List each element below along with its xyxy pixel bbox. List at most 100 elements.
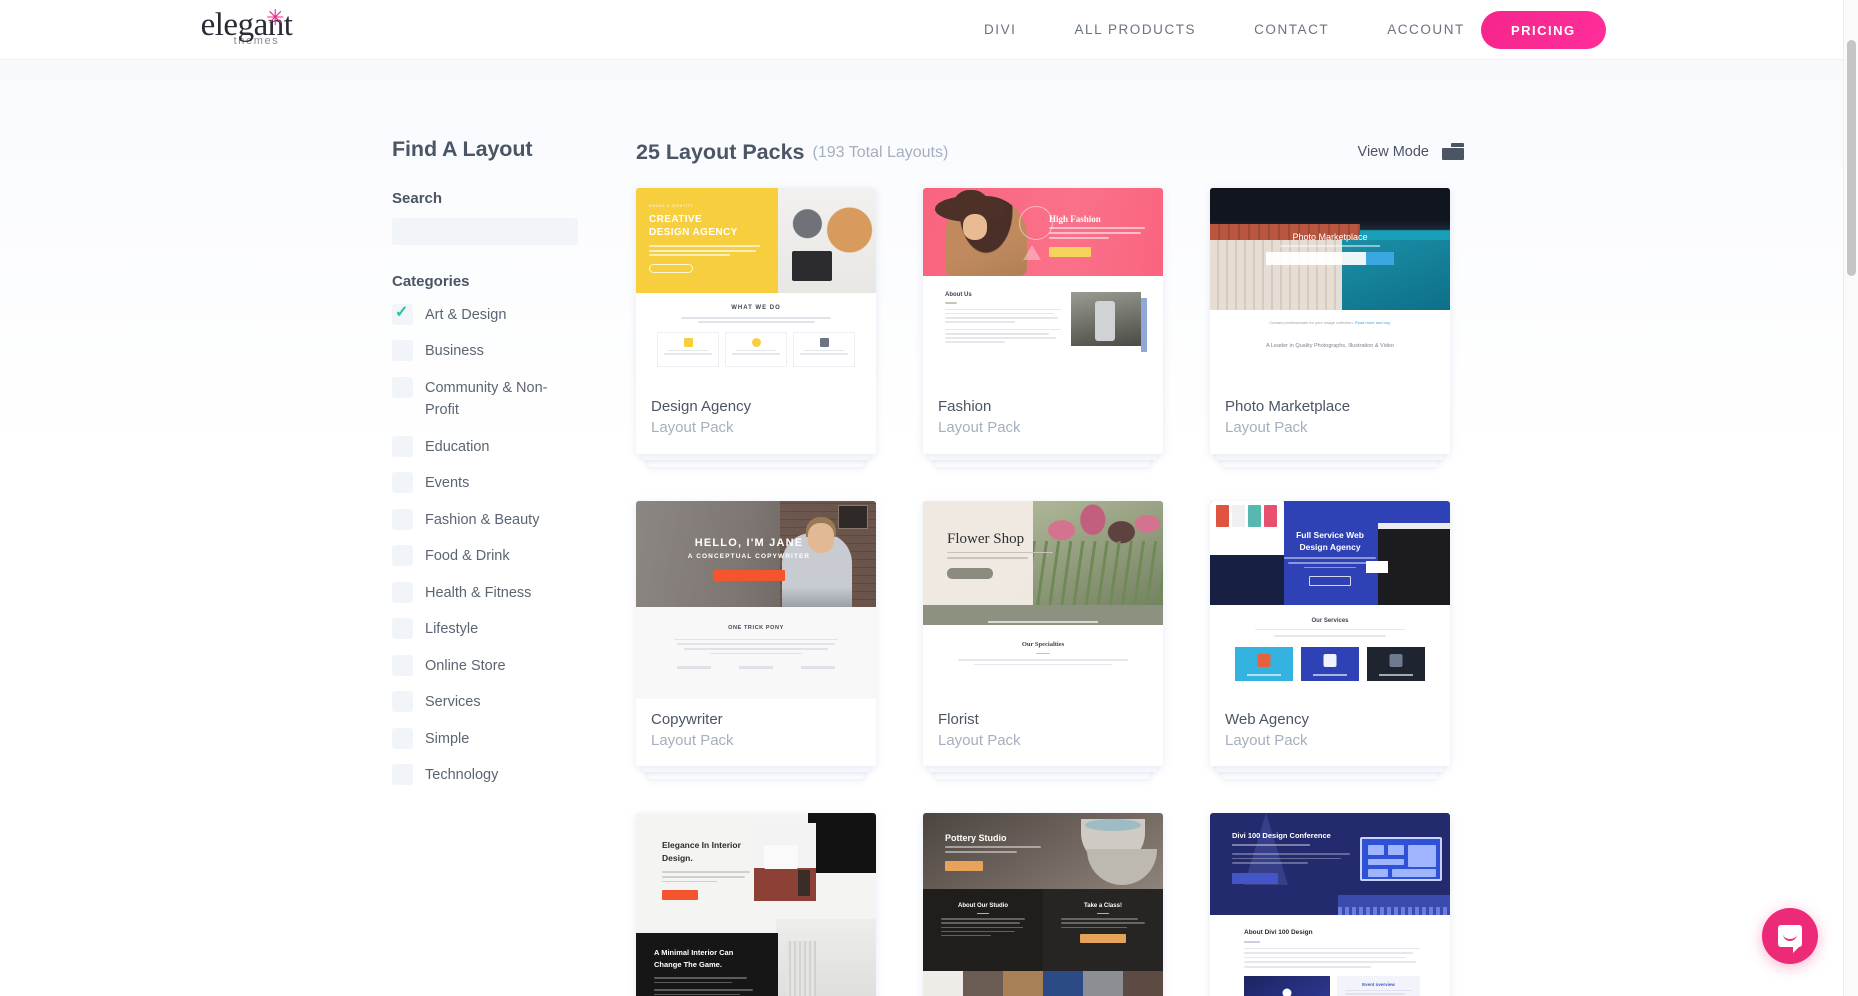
checkbox-icon[interactable] xyxy=(392,376,413,398)
category-simple[interactable]: Simple xyxy=(392,727,607,750)
logo-wordmark: elegant ✳ xyxy=(200,6,293,43)
pack-title: Photo Marketplace xyxy=(1225,398,1351,415)
checkbox-icon[interactable] xyxy=(392,764,413,786)
pack-subtitle: Layout Pack xyxy=(1225,731,1308,749)
nav-all-products[interactable]: ALL PRODUCTS xyxy=(1045,22,1225,37)
category-technology[interactable]: Technology xyxy=(392,764,607,786)
pack-subtitle: Layout Pack xyxy=(651,419,734,437)
nav-contact[interactable]: CONTACT xyxy=(1225,22,1358,37)
category-label: Health & Fitness xyxy=(425,584,532,601)
pack-title: Design Agency xyxy=(651,398,752,415)
pack-subtitle: Layout Pack xyxy=(651,731,734,749)
category-business[interactable]: Business xyxy=(392,340,607,362)
thumb-section-text: Our Specialties xyxy=(1021,640,1065,648)
nav-divi[interactable]: DIVI xyxy=(955,22,1045,37)
chat-bubble-icon xyxy=(1778,925,1802,953)
thumb-hero-text: Elegance In Interior Design. xyxy=(662,840,741,864)
checkbox-icon[interactable] xyxy=(392,727,413,749)
pack-thumbnail-pottery-studio: Pottery Studio About Our Studio Take a C… xyxy=(923,813,1163,996)
folder-icon[interactable] xyxy=(1442,143,1464,161)
checkbox-icon[interactable] xyxy=(392,340,413,362)
category-label: Lifestyle xyxy=(425,621,479,638)
category-label: Events xyxy=(425,475,470,492)
pack-thumbnail-photo-marketplace: Photo Marketplace Curated professionals … xyxy=(1210,188,1450,386)
category-events[interactable]: Events xyxy=(392,472,607,494)
category-art-design[interactable]: Art & Design xyxy=(392,302,607,326)
thumb-section-text: ONE TRICK PONY xyxy=(728,624,784,631)
category-education[interactable]: Education xyxy=(392,435,607,458)
pack-title: Copywriter xyxy=(651,710,723,728)
thumb-section-text: About Our Studio xyxy=(958,903,1008,909)
pack-card-photo-marketplace[interactable]: Photo Marketplace Curated professionals … xyxy=(1210,188,1450,467)
category-fashion-beauty[interactable]: Fashion & Beauty xyxy=(392,508,607,531)
pack-title: Florist xyxy=(938,710,979,728)
checkbox-icon[interactable] xyxy=(392,691,413,713)
thumb-hero-text: Pottery Studio xyxy=(945,833,1007,843)
pack-subtitle: Layout Pack xyxy=(1225,419,1308,437)
pack-title: Web Agency xyxy=(1225,710,1309,728)
category-label: Food & Drink xyxy=(425,548,510,565)
thumb-hero-text: HELLO, I'M JANE xyxy=(694,536,804,549)
pack-card-fashion[interactable]: High Fashion About Us Fashion Layout Pac… xyxy=(923,188,1163,467)
search-input[interactable] xyxy=(392,218,578,245)
pack-card-design-agency[interactable]: BRAND & IDENTITY CREATIVE DESIGN AGENCY W… xyxy=(636,188,876,467)
pack-subtitle: Layout Pack xyxy=(938,731,1021,749)
category-online-store[interactable]: Online Store xyxy=(392,654,607,677)
category-community-non-profit[interactable]: Community & Non-Profit xyxy=(392,376,607,422)
category-label: Fashion & Beauty xyxy=(425,511,540,528)
pricing-button[interactable]: PRICING xyxy=(1481,11,1606,49)
elegant-themes-logo[interactable]: elegant ✳ themes xyxy=(199,6,294,52)
thumb-section-text: A Leader in Quality Photographs, Illustr… xyxy=(1265,343,1394,349)
category-label: Technology xyxy=(425,767,499,784)
thumb-hero-text: Photo Marketplace xyxy=(1292,232,1368,242)
thumb-hero-subtext: A CONCEPTUAL COPYWRITER xyxy=(687,552,811,560)
checkbox-checked-icon[interactable] xyxy=(392,302,413,325)
thumb-hero-text: Full Service Web Design Agency xyxy=(1296,529,1364,553)
pack-thumbnail-interior-design: Elegance In Interior Design. A Minimal I… xyxy=(636,813,876,996)
asterisk-icon: ✳ xyxy=(266,6,284,31)
pack-subtitle: Layout Pack xyxy=(938,419,1021,437)
view-mode-toggle[interactable]: View Mode xyxy=(1358,143,1464,161)
pack-card-design-conference[interactable]: Divi 100 Design Conference About Divi 10… xyxy=(1210,813,1450,996)
total-layouts: (193 Total Layouts) xyxy=(812,144,949,161)
category-health-fitness[interactable]: Health & Fitness xyxy=(392,581,607,604)
layout-packs-grid: BRAND & IDENTITY CREATIVE DESIGN AGENCY W… xyxy=(636,188,1464,996)
sidebar-title: Find A Layout xyxy=(392,137,533,161)
checkbox-icon[interactable] xyxy=(392,545,413,567)
checkbox-icon[interactable] xyxy=(392,618,413,640)
main-navigation: DIVI ALL PRODUCTS CONTACT ACCOUNT xyxy=(955,22,1494,37)
pack-thumbnail-design-agency: BRAND & IDENTITY CREATIVE DESIGN AGENCY W… xyxy=(636,188,876,386)
category-label: Community & Non-Profit xyxy=(425,379,548,419)
pack-card-pottery-studio[interactable]: Pottery Studio About Our Studio Take a C… xyxy=(923,813,1163,996)
pack-card-web-agency[interactable]: Full Service Web Design Agency Our Servi… xyxy=(1210,500,1450,779)
checkbox-icon[interactable] xyxy=(392,508,413,530)
pack-card-copywriter[interactable]: HELLO, I'M JANE A CONCEPTUAL COPYWRITER … xyxy=(636,500,876,779)
thumb-section-text: About Divi 100 Design xyxy=(1244,929,1313,936)
layout-filter-sidebar: Find A Layout Search Categories Art & De… xyxy=(392,137,607,801)
pack-card-florist[interactable]: Flower Shop Our Specialties Florist Layo… xyxy=(923,500,1163,779)
pack-card-interior-design[interactable]: Elegance In Interior Design. A Minimal I… xyxy=(636,813,876,996)
nav-account[interactable]: ACCOUNT xyxy=(1358,22,1494,37)
thumb-section-text: Our Services xyxy=(1311,617,1349,624)
chat-launcher-button[interactable] xyxy=(1762,908,1818,964)
category-label: Services xyxy=(425,694,481,711)
category-label: Education xyxy=(425,438,490,455)
thumb-section-text: A Minimal Interior Can Change The Game. xyxy=(654,948,734,969)
scrollbar-thumb[interactable] xyxy=(1847,40,1856,276)
categories-label: Categories xyxy=(392,273,470,290)
search-label: Search xyxy=(392,190,443,207)
pack-count: 25 Layout Packs xyxy=(636,139,805,164)
checkbox-icon[interactable] xyxy=(392,581,413,603)
category-lifestyle[interactable]: Lifestyle xyxy=(392,618,607,640)
checkbox-icon[interactable] xyxy=(392,654,413,676)
checkbox-icon[interactable] xyxy=(392,435,413,457)
category-food-drink[interactable]: Food & Drink xyxy=(392,545,607,567)
page-scrollbar[interactable] xyxy=(1843,0,1858,996)
checkbox-icon[interactable] xyxy=(392,472,413,494)
pack-thumbnail-copywriter: HELLO, I'M JANE A CONCEPTUAL COPYWRITER … xyxy=(636,500,876,699)
pack-title: Fashion xyxy=(938,398,992,415)
thumb-hero-text: Flower Shop xyxy=(947,530,1025,547)
view-mode-label: View Mode xyxy=(1357,144,1429,160)
site-header: elegant ✳ themes DIVI ALL PRODUCTS CONTA… xyxy=(0,0,1858,59)
category-services[interactable]: Services xyxy=(392,691,607,713)
